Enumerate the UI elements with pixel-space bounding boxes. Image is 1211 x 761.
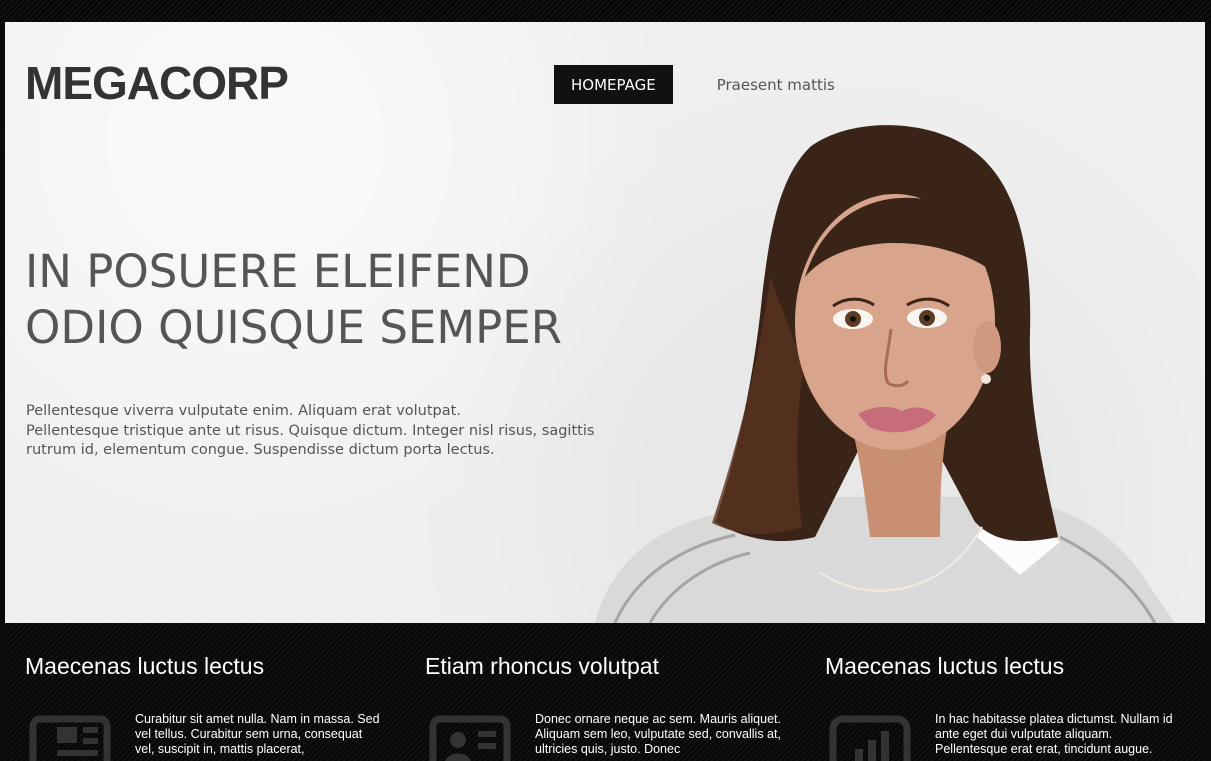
hero-headline-line1: IN POSUERE ELEIFEND [25,245,531,298]
feature-title: Maecenas luctus lectus [825,653,1065,679]
feature-title: Etiam rhoncus volutpat [425,653,659,679]
hero-intro-line3: rutrum id, elementum congue. Suspendisse… [26,442,495,458]
feature-title: Maecenas luctus lectus [25,653,265,679]
feature-3: Maecenas luctus lectus In hac habitasse … [810,623,1190,761]
feature-text: Donec ornare neque ac sem. Mauris alique… [535,712,781,756]
hero-intro-line1: Pellentesque viverra vulputate enim. Ali… [26,403,461,419]
top-strip [0,0,1211,22]
hero-intro-line2: Pellentesque tristique ante ut risus. Qu… [26,422,595,439]
feature-1: Maecenas luctus lectus Curabitur sit ame… [10,623,390,761]
main-nav: HOMEPAGE Praesent mattis [554,65,835,104]
hero-portrait [595,125,1175,623]
hero-headline: IN POSUERE ELEIFEND ODIO QUISQUE SEMPER [25,244,675,356]
hero-section: MEGACORP HOMEPAGE Praesent mattis IN POS… [5,22,1205,623]
features-band: Maecenas luctus lectus Curabitur sit ame… [5,623,1205,761]
feature-2: Etiam rhoncus volutpat Donec ornare nequ… [410,623,790,761]
newspaper-icon [29,715,111,761]
feature-text: Curabitur sit amet nulla. Nam in massa. … [135,712,380,756]
nav-item-homepage[interactable]: HOMEPAGE [554,65,673,104]
hero-headline-line2: ODIO QUISQUE SEMPER [25,301,563,354]
site-logo[interactable]: MEGACORP [25,60,289,106]
bar-chart-icon [829,715,911,761]
feature-text: In hac habitasse platea dictumst. Nullam… [935,712,1173,756]
right-border [1205,22,1211,761]
hero-intro: Pellentesque viverra vulputate enim. Ali… [26,402,676,461]
nav-item-praesent-mattis[interactable]: Praesent mattis [717,76,835,94]
contact-card-icon [429,715,511,761]
